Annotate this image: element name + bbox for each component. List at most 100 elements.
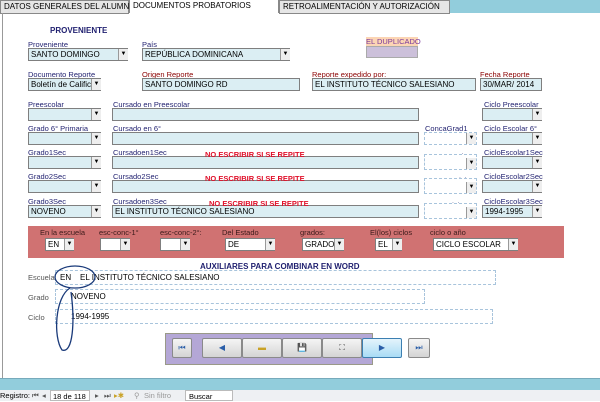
next-record-button[interactable]: ▶ [362,338,402,358]
find-binoculars-button[interactable]: ⛶ [322,338,362,358]
chevron-down-icon[interactable]: ▼ [532,109,542,120]
chevron-down-icon[interactable]: ▼ [532,157,542,168]
prev-icon[interactable]: ◂ [42,390,46,401]
footer-band [0,378,600,390]
band-label: ciclo o año [430,228,466,237]
band-combo[interactable]: ▼ [160,238,190,251]
chevron-down-icon[interactable]: ▼ [265,239,275,250]
save-record-button[interactable]: 💾 [282,338,322,358]
tab-retroalimentacion[interactable]: RETROALIMENTACIÓN Y AUTORIZACIÓN [279,0,450,14]
band-label: En la escuela [40,228,86,237]
chevron-down-icon[interactable]: ▼ [508,239,518,250]
last-record-button[interactable]: ⏭ [408,338,430,358]
record-position-field[interactable]: 18 de 118 [50,390,90,401]
conca-combo[interactable]: ▼ [424,203,477,219]
chevron-down-icon[interactable]: ▼ [466,182,476,193]
aux-grado-field[interactable]: NOVENO [55,289,425,304]
previous-record-button[interactable]: ◀ [202,338,242,358]
repeat-warning: NO ESCRIBIR SI SE REPITE [205,174,305,183]
ciclo-combo[interactable]: ▼ [482,132,542,145]
band-combo[interactable]: EN ▼ [45,238,74,251]
repeat-warning: NO ESCRIBIR SI SE REPITE [209,199,309,208]
chevron-down-icon[interactable]: ▼ [91,133,101,144]
first-record-button[interactable]: ⏮ [172,338,192,358]
ciclo-combo[interactable]: ▼ [482,180,542,193]
grado-combo[interactable]: ▼ [28,180,101,193]
cursado-field[interactable] [112,132,419,145]
last-icon[interactable]: ⏭ [104,390,111,401]
tab-datos-generales[interactable]: DATOS GENERALES DEL ALUMNO [0,0,135,14]
band-value: CICLO ESCOLAR [436,240,501,249]
grado-value: NOVENO [31,207,66,216]
chevron-down-icon[interactable]: ▼ [466,133,476,144]
filter-icon: ⚲ [134,391,140,400]
search-input[interactable]: Buscar [185,390,233,401]
band-combo[interactable]: EL ▼ [375,238,402,251]
chevron-down-icon[interactable]: ▼ [466,158,476,169]
registro-label: Registro: [0,391,31,400]
band-combo[interactable]: DE ▼ [225,238,275,251]
reporte-expedido-field[interactable]: EL INSTITUTO TÉCNICO SALESIANO [312,78,476,91]
band-value: DE [228,240,240,249]
filter-status[interactable]: Sin filtro [144,390,171,401]
pais-value: REPÚBLICA DOMINICANA [145,50,244,59]
first-icon[interactable]: ⏮ [32,390,39,401]
cursado-field[interactable] [112,108,419,121]
ciclo-combo[interactable]: ▼ [482,156,542,169]
new-record-button[interactable]: ▬ [242,338,282,358]
new-record-icon[interactable]: ▸✱ [114,390,124,401]
band-label: esc-conc-2°: [160,228,202,237]
band-value: EL [378,240,388,249]
next-icon[interactable]: ▸ [95,390,99,401]
band-label: esc-conc-1° [99,228,139,237]
band-value: GRADO [305,240,335,249]
chevron-down-icon[interactable]: ▼ [532,133,542,144]
aux-escuela-field[interactable]: EN EL INSTITUTO TÉCNICO SALESIANO [55,270,496,285]
proveniente-value: SANTO DOMINGO [31,50,100,59]
band-combo[interactable]: ▼ [100,238,130,251]
chevron-down-icon[interactable]: ▼ [64,239,74,250]
chevron-down-icon[interactable]: ▼ [120,239,130,250]
proveniente-combo[interactable]: SANTO DOMINGO ▼ [28,48,128,61]
conca-combo[interactable]: ▼ [424,154,477,170]
chevron-down-icon[interactable]: ▼ [334,239,344,250]
form-left-border [2,13,3,379]
chevron-down-icon[interactable]: ▼ [392,239,402,250]
chevron-down-icon[interactable]: ▼ [532,206,542,217]
band-combo[interactable]: GRADO ▼ [302,238,344,251]
ciclo-combo[interactable]: 1994-1995 ▼ [482,205,542,218]
grado-combo[interactable]: ▼ [28,108,101,121]
chevron-down-icon[interactable]: ▼ [532,181,542,192]
chevron-down-icon[interactable]: ▼ [180,239,190,250]
chevron-down-icon[interactable]: ▼ [466,207,476,218]
chevron-down-icon[interactable]: ▼ [91,157,101,168]
band-value: EN [48,240,60,249]
grado-combo[interactable]: ▼ [28,132,101,145]
chevron-down-icon[interactable]: ▼ [91,181,101,192]
ciclo-combo[interactable]: ▼ [482,108,542,121]
band-combo[interactable]: CICLO ESCOLAR ▼ [433,238,518,251]
origen-reporte-field[interactable]: SANTO DOMINGO RD [142,78,300,91]
conca-combo[interactable]: ▼ [424,132,477,145]
band-label: Del Estado [222,228,259,237]
ciclo-value: 1994-1995 [485,207,524,216]
duplicado-field[interactable] [366,46,418,58]
band-label: El(los) ciclos [370,228,413,237]
section-title: PROVENIENTE [50,26,108,35]
chevron-down-icon[interactable]: ▼ [91,206,101,217]
record-navigation-bar: Registro: ⏮ ◂ 18 de 118 ▸ ⏭ ▸✱ ⚲ Sin fil… [0,390,600,401]
chevron-down-icon[interactable]: ▼ [280,49,290,60]
grado-combo[interactable]: ▼ [28,156,101,169]
chevron-down-icon[interactable]: ▼ [118,49,128,60]
documento-reporte-combo[interactable]: Boletín de Califica ▼ [28,78,101,91]
repeat-warning: NO ESCRIBIR SI SE REPITE [205,150,305,159]
chevron-down-icon[interactable]: ▼ [91,79,101,90]
conca-combo[interactable]: ▼ [424,178,477,194]
documento-reporte-value: Boletín de Califica [31,80,96,89]
chevron-down-icon[interactable]: ▼ [91,109,101,120]
tab-documentos-probatorios[interactable]: DOCUMENTOS PROBATORIOS [129,0,279,13]
aux-ciclo-field[interactable]: 1994-1995 [55,309,493,324]
pais-combo[interactable]: REPÚBLICA DOMINICANA ▼ [142,48,290,61]
grado-combo[interactable]: NOVENO ▼ [28,205,101,218]
fecha-reporte-field[interactable]: 30/MAR/ 2014 [480,78,542,91]
